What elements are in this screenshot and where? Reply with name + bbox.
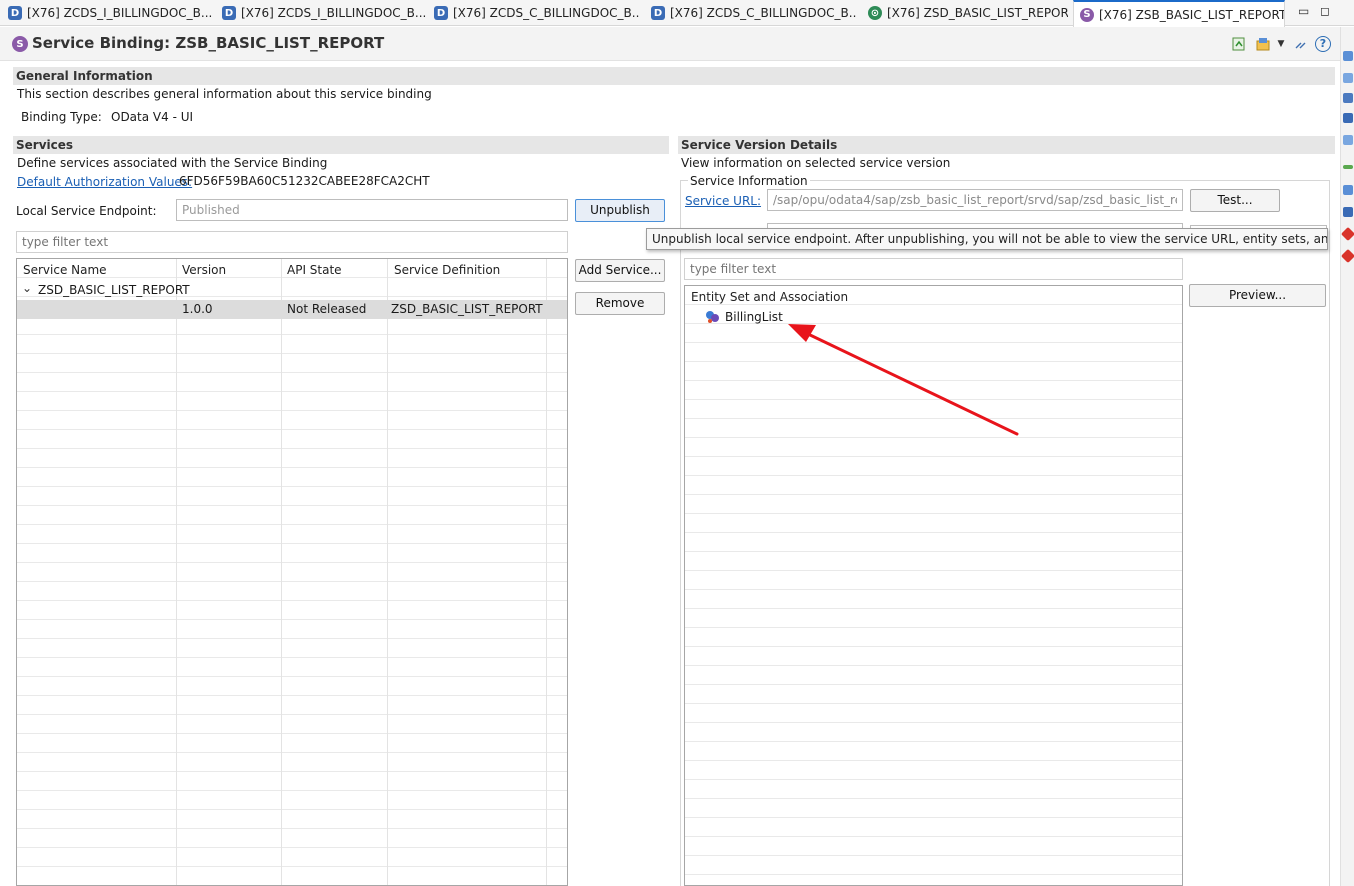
service-information-label: Service Information — [688, 174, 810, 188]
entity-tree-header: Entity Set and Association — [691, 290, 849, 304]
ddl-source-icon: D — [434, 6, 448, 20]
progress-icon[interactable] — [1343, 165, 1353, 169]
right-toolbar-strip — [1340, 27, 1354, 886]
properties-icon[interactable] — [1343, 73, 1353, 83]
bookmarks-icon[interactable] — [1343, 207, 1353, 217]
minimize-icon[interactable]: ▭ — [1298, 4, 1309, 18]
default-authorization-link[interactable]: Default Authorization Values: — [17, 175, 192, 189]
column-header-service-name[interactable]: Service Name — [23, 263, 107, 277]
problems-icon[interactable] — [1343, 93, 1353, 103]
column-header-service-definition[interactable]: Service Definition — [394, 263, 500, 277]
tab-zcds-c-billingdoc-2[interactable]: D [X76] ZCDS_C_BILLINGDOC_B... — [651, 0, 856, 26]
tab-label: [X76] ZCDS_I_BILLINGDOC_B... — [241, 6, 427, 20]
test-button[interactable]: Test... — [1190, 189, 1280, 212]
history-icon[interactable] — [1343, 185, 1353, 195]
services-table[interactable]: Service Name Version API State Service D… — [16, 258, 568, 886]
link-with-editor-icon[interactable] — [1294, 37, 1308, 51]
tab-zcds-i-billingdoc-2[interactable]: D [X76] ZCDS_I_BILLINGDOC_B... — [222, 0, 427, 26]
ddl-source-icon: D — [222, 6, 236, 20]
details-description: View information on selected service ver… — [681, 156, 951, 170]
dropdown-icon[interactable]: ▼ — [1274, 37, 1288, 51]
cell-api-state: Not Released — [287, 302, 367, 316]
service-definition-icon: ⊙ — [868, 6, 882, 20]
general-description: This section describes general informati… — [17, 87, 432, 101]
column-header-api-state[interactable]: API State — [287, 263, 342, 277]
maximize-icon[interactable]: ◻ — [1320, 4, 1330, 18]
tree-row-service-group[interactable]: ⌄ ZSD_BASIC_LIST_REPORT — [17, 281, 567, 300]
help-icon[interactable]: ? — [1315, 36, 1331, 52]
unpublish-button[interactable]: Unpublish — [575, 199, 665, 222]
entity-name: BillingList — [725, 310, 783, 324]
tab-zcds-i-billingdoc-1[interactable]: D [X76] ZCDS_I_BILLINGDOC_B... — [8, 0, 213, 26]
outline-icon[interactable] — [1343, 51, 1353, 61]
service-group-name: ZSD_BASIC_LIST_REPORT — [38, 283, 190, 297]
service-url-field[interactable] — [767, 189, 1183, 211]
share-icon[interactable] — [1256, 37, 1270, 51]
chevron-down-icon[interactable]: ⌄ — [22, 281, 32, 295]
page-title: Service Binding: ZSB_BASIC_LIST_REPORT — [32, 34, 385, 52]
local-endpoint-field[interactable] — [176, 199, 568, 221]
services-filter-input[interactable] — [16, 231, 568, 253]
tab-zsd-basic-list-report[interactable]: ⊙ [X76] ZSD_BASIC_LIST_REPORT — [868, 0, 1068, 26]
console-icon[interactable] — [1343, 135, 1353, 145]
binding-type-value: OData V4 - UI — [111, 110, 194, 124]
activate-icon[interactable] — [1232, 37, 1246, 51]
authorization-value: 6FD56F59BA60C51232CABEE28FCA2CHT — [179, 174, 430, 188]
general-information-heading: General Information — [13, 67, 1335, 85]
add-service-button[interactable]: Add Service... — [575, 259, 665, 282]
tab-label: [X76] ZSB_BASIC_LIST_REPORT — [1099, 7, 1285, 22]
tab-label: [X76] ZCDS_I_BILLINGDOC_B... — [27, 6, 213, 20]
entity-set-tree[interactable]: Entity Set and Association BillingList — [684, 285, 1183, 886]
tab-label: [X76] ZCDS_C_BILLINGDOC_B... — [453, 6, 639, 20]
ddl-source-icon: D — [651, 6, 665, 20]
unpublish-tooltip: Unpublish local service endpoint. After … — [646, 228, 1328, 250]
service-url-link[interactable]: Service URL: — [685, 194, 761, 208]
binding-type-label: Binding Type: — [21, 110, 102, 124]
column-header-version[interactable]: Version — [182, 263, 226, 277]
local-endpoint-label: Local Service Endpoint: — [16, 204, 157, 218]
services-heading: Services — [13, 136, 669, 154]
table-row[interactable]: 1.0.0 Not Released ZSD_BASIC_LIST_REPORT — [17, 300, 567, 319]
cell-version: 1.0.0 — [182, 302, 213, 316]
cell-service-definition: ZSD_BASIC_LIST_REPORT — [391, 302, 543, 316]
service-binding-icon: S — [12, 36, 28, 52]
ddl-source-icon: D — [8, 6, 22, 20]
error-icon[interactable] — [1340, 226, 1354, 242]
entity-row-billinglist[interactable]: BillingList — [685, 308, 1182, 327]
entity-filter-input[interactable] — [684, 258, 1183, 280]
remove-button[interactable]: Remove — [575, 292, 665, 315]
service-binding-icon: S — [1080, 7, 1094, 22]
service-version-details-heading: Service Version Details — [678, 136, 1335, 154]
tab-label: [X76] ZSD_BASIC_LIST_REPORT — [887, 6, 1068, 20]
tab-zsb-basic-list-report[interactable]: S [X76] ZSB_BASIC_LIST_REPORT ✕ — [1073, 0, 1285, 27]
preview-button[interactable]: Preview... — [1189, 284, 1326, 307]
entity-set-icon — [705, 310, 721, 324]
tab-zcds-c-billingdoc-1[interactable]: D [X76] ZCDS_C_BILLINGDOC_B... — [434, 0, 639, 26]
services-description: Define services associated with the Serv… — [17, 156, 328, 170]
tab-label: [X76] ZCDS_C_BILLINGDOC_B... — [670, 6, 856, 20]
editor-tab-bar: D [X76] ZCDS_I_BILLINGDOC_B... D [X76] Z… — [0, 0, 1354, 27]
editor-header: S Service Binding: ZSB_BASIC_LIST_REPORT… — [0, 27, 1340, 61]
transport-icon[interactable] — [1343, 113, 1353, 123]
debug-icon[interactable] — [1340, 248, 1354, 264]
